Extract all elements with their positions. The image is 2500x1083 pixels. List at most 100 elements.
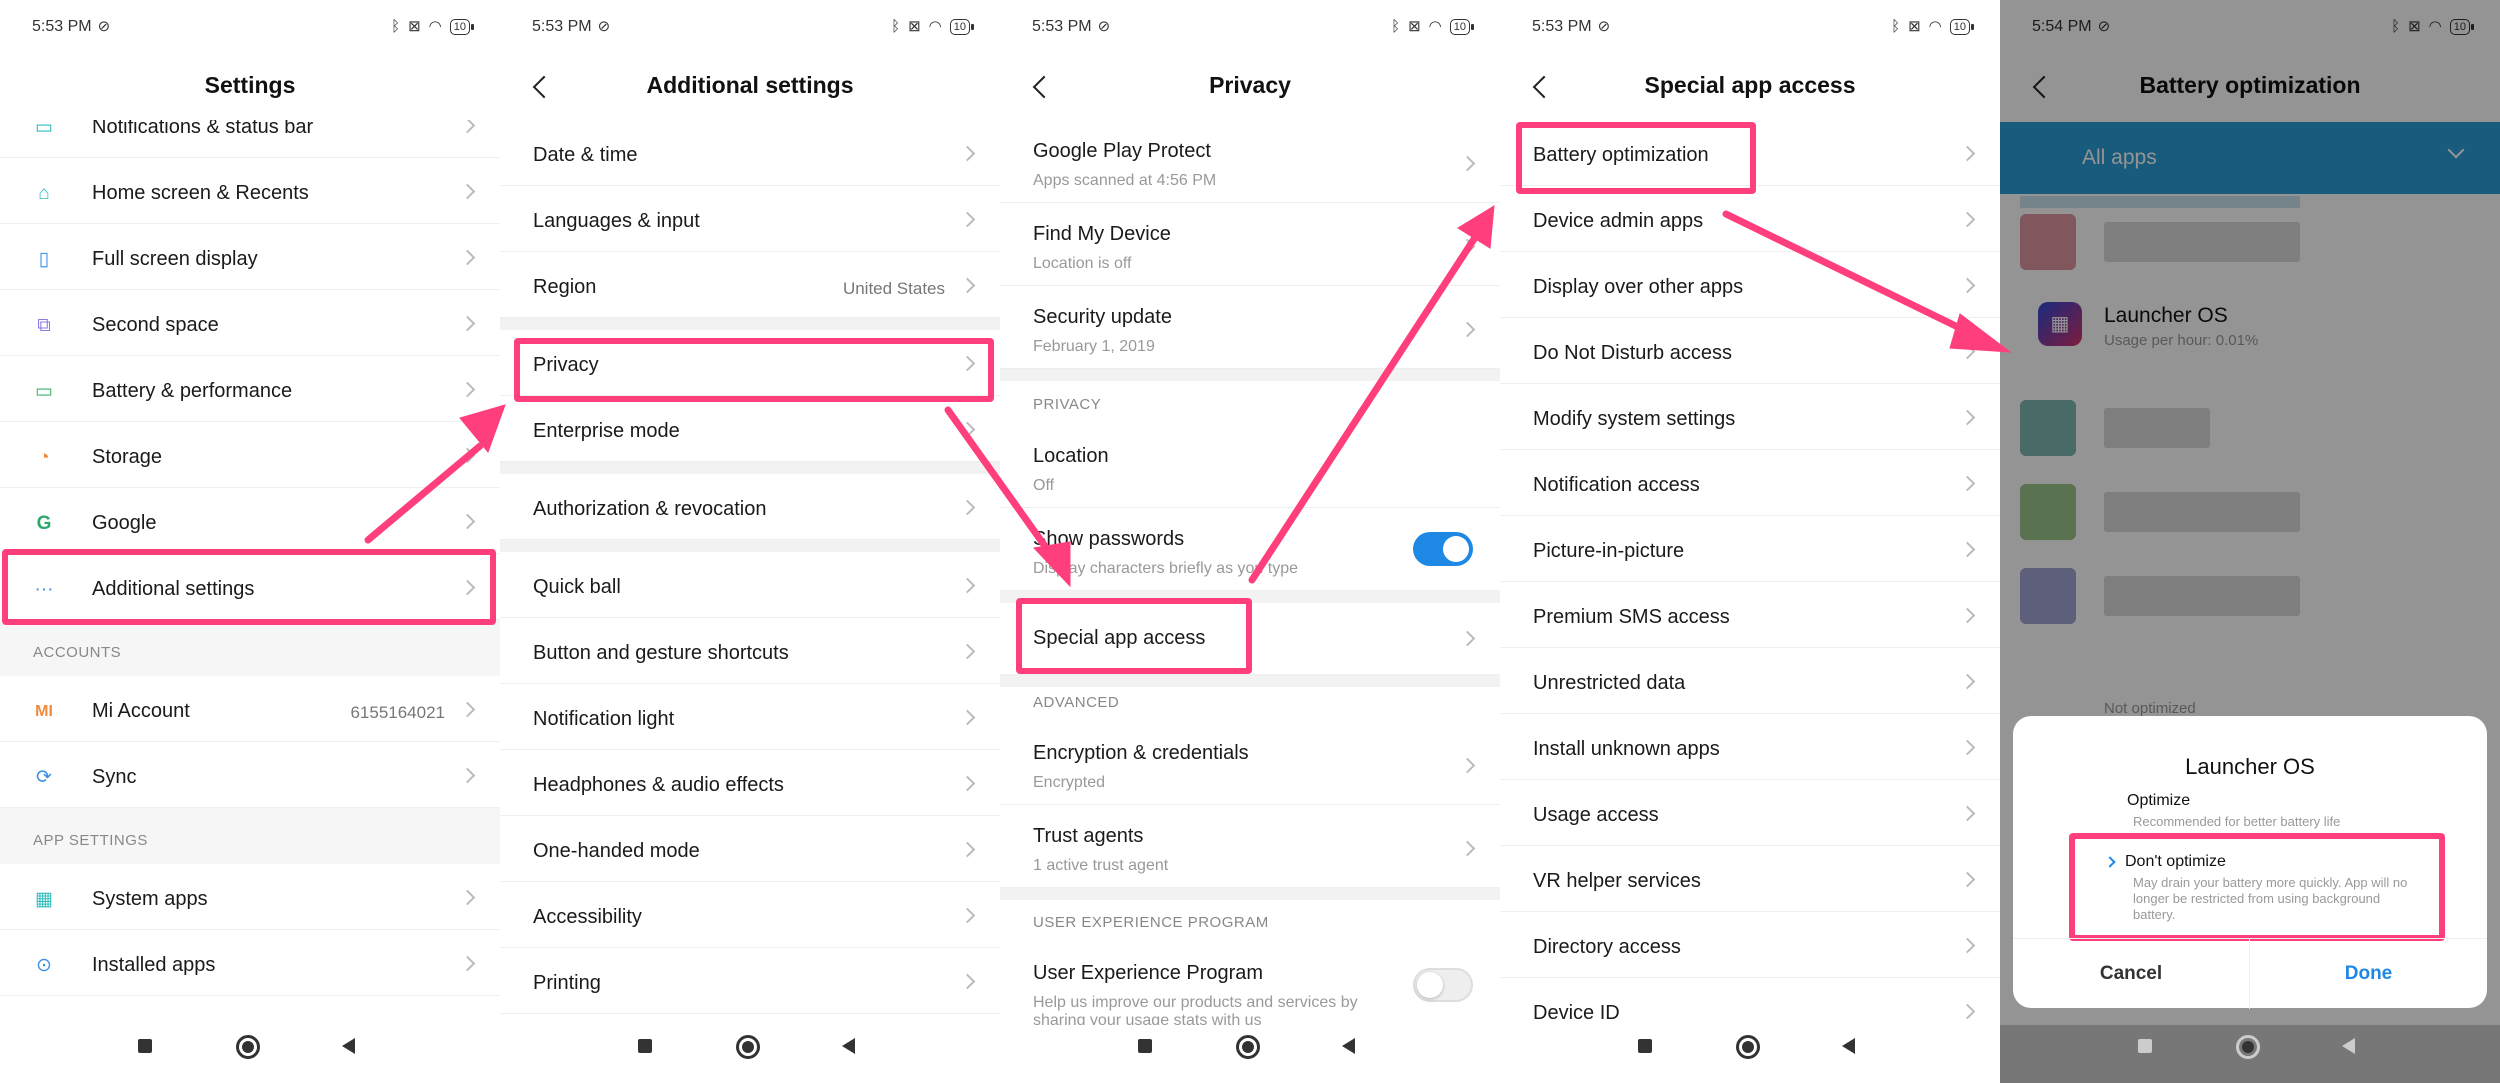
- chevron-right-icon: [959, 775, 976, 792]
- recents-button[interactable]: [2138, 1039, 2152, 1053]
- item-languages[interactable]: Languages & input: [500, 186, 1000, 252]
- settings-item-second-space[interactable]: ⧉ Second space: [0, 290, 500, 356]
- item-headphones[interactable]: Headphones & audio effects: [500, 750, 1000, 816]
- item-notification-light[interactable]: Notification light: [500, 684, 1000, 750]
- item-label: Quick ball: [533, 576, 621, 598]
- option-dont-optimize[interactable]: Don't optimize: [2125, 853, 2226, 871]
- item-privacy[interactable]: Privacy: [500, 330, 1000, 396]
- item-label: Installed apps: [92, 954, 216, 976]
- item-gesture-shortcuts[interactable]: Button and gesture shortcuts: [500, 618, 1000, 684]
- item-date-time[interactable]: Date & time: [500, 120, 1000, 186]
- item-label: Mi Account: [92, 700, 190, 722]
- item-region[interactable]: Region United States: [500, 252, 1000, 318]
- settings-item-mi-account[interactable]: MI Mi Account 6155164021: [0, 676, 500, 742]
- option-dont-optimize-desc: May drain your battery more quickly. App…: [2133, 875, 2408, 922]
- home-button[interactable]: [236, 1035, 260, 1059]
- item-label: Device ID: [1533, 1002, 1620, 1024]
- item-value: 6155164021: [350, 703, 445, 722]
- item-label: Location: [1033, 445, 1109, 467]
- item-device-admin[interactable]: Device admin apps: [1500, 186, 2000, 252]
- item-quick-ball[interactable]: Quick ball: [500, 552, 1000, 618]
- chevron-right-icon: [1959, 145, 1976, 162]
- item-one-handed[interactable]: One-handed mode: [500, 816, 1000, 882]
- item-label: Second space: [92, 314, 219, 336]
- item-display-over[interactable]: Display over other apps: [1500, 252, 2000, 318]
- settings-item-full-screen[interactable]: ▯ Full screen display: [0, 224, 500, 290]
- settings-item-additional[interactable]: ··· Additional settings: [0, 554, 500, 620]
- item-trust-agents[interactable]: Trust agents 1 active trust agent: [1000, 805, 1500, 888]
- item-encryption[interactable]: Encryption & credentials Encrypted: [1000, 722, 1500, 805]
- status-time: 5:53 PM: [1032, 18, 1092, 35]
- recents-button[interactable]: [638, 1039, 652, 1053]
- item-printing[interactable]: Printing: [500, 948, 1000, 1014]
- chevron-right-icon: [959, 421, 976, 438]
- item-subtitle: 1 active trust agent: [1033, 857, 1169, 874]
- item-unknown-apps[interactable]: Install unknown apps: [1500, 714, 2000, 780]
- item-special-app-access[interactable]: Special app access: [1000, 603, 1500, 675]
- item-subtitle: Help us improve our products and service…: [1033, 994, 1358, 1025]
- settings-item-sync[interactable]: ⟳ Sync: [0, 742, 500, 808]
- back-button[interactable]: [842, 1038, 855, 1054]
- item-label: Storage: [92, 446, 163, 468]
- settings-item-notifications[interactable]: ▭ Notifications & status bar: [0, 120, 500, 158]
- item-premium-sms[interactable]: Premium SMS access: [1500, 582, 2000, 648]
- item-label: One-handed mode: [533, 840, 700, 862]
- section-header-advanced: ADVANCED: [1033, 694, 1120, 711]
- battery-dialog: Launcher OS Optimize Recommended for bet…: [2013, 716, 2487, 1009]
- recents-button[interactable]: [1638, 1039, 1652, 1053]
- item-pip[interactable]: Picture-in-picture: [1500, 516, 2000, 582]
- item-battery-optimization[interactable]: Battery optimization: [1500, 120, 2000, 186]
- chevron-right-icon: [959, 973, 976, 990]
- item-play-protect[interactable]: Google Play Protect Apps scanned at 4:56 …: [1000, 120, 1500, 203]
- back-button[interactable]: [1842, 1038, 1855, 1054]
- item-show-passwords[interactable]: Show passwords Display characters briefly…: [1000, 508, 1500, 591]
- settings-item-installed-apps[interactable]: ⊙ Installed apps: [0, 930, 500, 996]
- home-button[interactable]: [1736, 1035, 1760, 1059]
- item-notification-access[interactable]: Notification access: [1500, 450, 2000, 516]
- back-button[interactable]: [342, 1038, 355, 1054]
- item-authorization[interactable]: Authorization & revocation: [500, 474, 1000, 540]
- settings-item-system-apps[interactable]: ▦ System apps: [0, 864, 500, 930]
- item-label: Unrestricted data: [1533, 672, 1686, 694]
- home-button[interactable]: [2236, 1035, 2260, 1059]
- item-label: Notification light: [533, 708, 675, 730]
- wifi-icon: ◠: [928, 18, 942, 35]
- item-user-experience-program[interactable]: User Experience Program Help us improve o…: [1000, 942, 1500, 1025]
- home-button[interactable]: [736, 1035, 760, 1059]
- recents-button[interactable]: [138, 1039, 152, 1053]
- page-title: Settings: [204, 72, 296, 98]
- item-subtitle: February 1, 2019: [1033, 338, 1155, 355]
- item-dnd-access[interactable]: Do Not Disturb access: [1500, 318, 2000, 384]
- home-button[interactable]: [1236, 1035, 1260, 1059]
- item-enterprise-mode[interactable]: Enterprise mode: [500, 396, 1000, 462]
- settings-item-home-screen[interactable]: ⌂ Home screen & Recents: [0, 158, 500, 224]
- item-location[interactable]: Location Off: [1000, 425, 1500, 508]
- recents-button[interactable]: [1138, 1039, 1152, 1053]
- page-title: Privacy: [1209, 72, 1291, 98]
- item-vr-helper[interactable]: VR helper services: [1500, 846, 2000, 912]
- wifi-icon: ◠: [1428, 18, 1442, 35]
- back-button[interactable]: [1342, 1038, 1355, 1054]
- item-accessibility[interactable]: Accessibility: [500, 882, 1000, 948]
- option-optimize[interactable]: Optimize: [2127, 792, 2190, 810]
- chevron-right-icon: [459, 579, 476, 596]
- item-security-update[interactable]: Security update February 1, 2019: [1000, 286, 1500, 369]
- item-device-id[interactable]: Device ID: [1500, 978, 2000, 1025]
- item-usage-access[interactable]: Usage access: [1500, 780, 2000, 846]
- item-modify-system[interactable]: Modify system settings: [1500, 384, 2000, 450]
- back-button[interactable]: [2342, 1038, 2355, 1054]
- chevron-right-icon: [959, 277, 976, 294]
- item-find-my-device[interactable]: Find My Device Location is off: [1000, 203, 1500, 286]
- done-button[interactable]: Done: [2250, 939, 2487, 1009]
- settings-item-battery[interactable]: ▭ Battery & performance: [0, 356, 500, 422]
- item-unrestricted-data[interactable]: Unrestricted data: [1500, 648, 2000, 714]
- cancel-button[interactable]: Cancel: [2013, 939, 2250, 1009]
- item-directory-access[interactable]: Directory access: [1500, 912, 2000, 978]
- settings-item-google[interactable]: G Google: [0, 488, 500, 554]
- item-value: United States: [842, 279, 945, 298]
- settings-item-storage[interactable]: ◔ Storage: [0, 422, 500, 488]
- title-bar: Privacy: [1000, 55, 1500, 119]
- show-passwords-toggle[interactable]: [1413, 532, 1473, 566]
- mi-icon: MI: [35, 703, 53, 720]
- uxp-toggle[interactable]: [1413, 968, 1473, 1002]
